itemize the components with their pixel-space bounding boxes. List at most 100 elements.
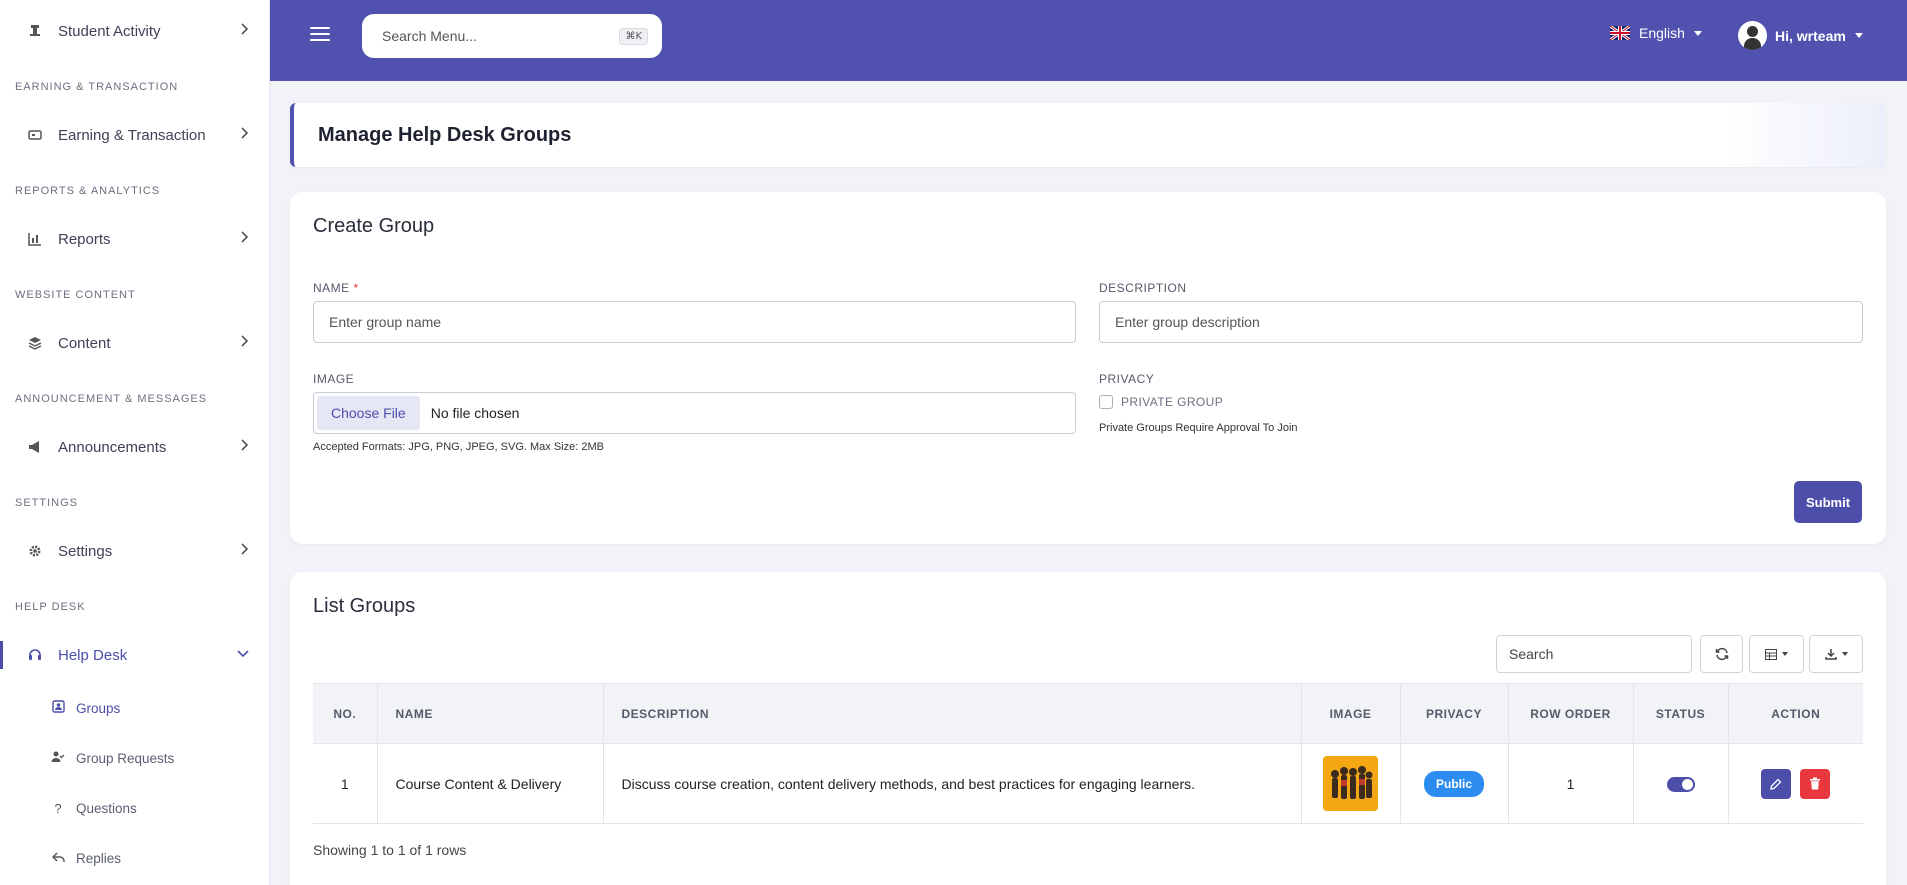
cell-status: [1633, 743, 1729, 824]
column-header-image[interactable]: IMAGE: [1301, 683, 1401, 744]
layers-icon: [26, 334, 44, 352]
column-header-description[interactable]: DESCRIPTION: [603, 683, 1302, 744]
language-selector[interactable]: English: [1610, 25, 1702, 41]
uk-flag-icon: [1610, 26, 1630, 40]
pagination-info: Showing 1 to 1 of 1 rows: [313, 842, 467, 858]
column-header-privacy[interactable]: PRIVACY: [1400, 683, 1509, 744]
chevron-right-icon: [240, 126, 250, 144]
user-greeting: Hi, wrteam: [1775, 27, 1846, 44]
column-header-no[interactable]: NO.: [313, 683, 378, 744]
privacy-badge: Public: [1423, 770, 1484, 797]
required-mark: *: [353, 281, 359, 295]
chevron-right-icon: [240, 334, 250, 352]
group-image-thumbnail[interactable]: [1323, 756, 1378, 811]
download-icon: [1824, 649, 1837, 660]
student-activity-icon: [26, 22, 44, 40]
sidebar-item-helpdesk[interactable]: Help Desk: [0, 633, 269, 677]
cell-name: Course Content & Delivery: [377, 743, 604, 824]
private-group-hint: Private Groups Require Approval To Join: [1099, 422, 1298, 434]
sidebar-item-reports[interactable]: Reports: [0, 217, 269, 261]
private-group-label: PRIVATE GROUP: [1121, 395, 1224, 409]
cell-description: Discuss course creation, content deliver…: [603, 743, 1302, 824]
list-groups-title: List Groups: [313, 595, 416, 617]
sidebar-subitem-label: Replies: [76, 850, 122, 866]
question-icon: ?: [54, 800, 62, 816]
columns-toggle-button[interactable]: [1749, 635, 1804, 673]
search-menu: ⌘K: [362, 14, 662, 58]
column-header-name[interactable]: NAME: [377, 683, 604, 744]
sidebar: Student Activity EARNING & TRANSACTION E…: [0, 0, 270, 885]
table-header-row: NO. NAME DESCRIPTION IMAGE PRIVACY ROW O…: [313, 683, 1863, 744]
sidebar-item-label: Announcements: [58, 438, 167, 456]
sidebar-item-label: Student Activity: [58, 22, 161, 40]
sidebar-item-label: Earning & Transaction: [58, 126, 206, 144]
sidebar-item-earning[interactable]: Earning & Transaction: [0, 113, 269, 157]
export-button[interactable]: [1809, 635, 1863, 673]
sidebar-section-helpdesk: HELP DESK: [15, 601, 86, 613]
cell-action: [1728, 743, 1863, 824]
sidebar-subitem-group-requests[interactable]: Group Requests: [0, 741, 269, 775]
sidebar-subitem-questions[interactable]: ? Questions: [0, 791, 269, 825]
sidebar-item-content[interactable]: Content: [0, 321, 269, 365]
create-group-card: Create Group NAME * DESCRIPTION IMAGE Ch…: [290, 192, 1886, 544]
chevron-right-icon: [240, 542, 250, 560]
table-search-input[interactable]: [1496, 635, 1692, 673]
cell-image: [1301, 743, 1401, 824]
name-label-text: NAME: [313, 281, 350, 295]
sidebar-item-label: Content: [58, 334, 111, 352]
chevron-right-icon: [240, 22, 250, 40]
sidebar-subitem-groups[interactable]: Groups: [0, 691, 269, 725]
reply-icon: [50, 851, 66, 866]
sidebar-section-announcement: ANNOUNCEMENT & MESSAGES: [15, 393, 208, 405]
create-group-title: Create Group: [313, 215, 435, 237]
sidebar-section-settings: SETTINGS: [15, 497, 79, 509]
page-title: Manage Help Desk Groups: [318, 124, 572, 146]
page-header: Manage Help Desk Groups: [290, 103, 1886, 167]
delete-button[interactable]: [1800, 768, 1831, 799]
sidebar-item-label: Reports: [58, 230, 111, 248]
edit-icon: [1770, 778, 1782, 790]
sidebar-section-earning: EARNING & TRANSACTION: [15, 81, 179, 93]
caret-down-icon: [1854, 33, 1863, 38]
image-file-input[interactable]: Choose File No file chosen: [313, 392, 1076, 434]
cell-privacy: Public: [1400, 743, 1509, 824]
column-header-row-order[interactable]: ROW ORDER: [1508, 683, 1634, 744]
name-label: NAME *: [313, 281, 359, 295]
sidebar-item-student-activity[interactable]: Student Activity: [0, 9, 269, 53]
top-bar: ⌘K English Hi, wrteam: [270, 0, 1907, 81]
private-group-checkbox-row[interactable]: PRIVATE GROUP: [1099, 395, 1223, 409]
submit-button[interactable]: Submit: [1794, 481, 1862, 523]
caret-down-icon: [1693, 30, 1702, 36]
sidebar-subitem-label: Group Requests: [76, 750, 175, 766]
refresh-button[interactable]: [1700, 635, 1743, 673]
choose-file-button[interactable]: Choose File: [317, 396, 420, 430]
status-toggle[interactable]: [1666, 776, 1695, 792]
megaphone-icon: [26, 438, 44, 456]
sidebar-item-settings[interactable]: Settings: [0, 529, 269, 573]
user-menu[interactable]: Hi, wrteam: [1738, 21, 1863, 50]
headset-icon: [26, 646, 44, 664]
group-description-input[interactable]: [1099, 301, 1863, 343]
sidebar-section-reports: REPORTS & ANALYTICS: [15, 185, 161, 197]
table-columns-icon: [1765, 648, 1777, 660]
chevron-down-icon: [236, 646, 250, 663]
hamburger-menu-icon[interactable]: [310, 27, 330, 45]
language-label: English: [1639, 25, 1685, 41]
avatar: [1738, 21, 1767, 50]
search-menu-input[interactable]: [382, 28, 620, 44]
list-groups-card: List Groups NO. NAME DESCRIPTION IMAGE P…: [290, 572, 1886, 885]
accepted-formats-hint: Accepted Formats: JPG, PNG, JPEG, SVG. M…: [313, 441, 604, 453]
group-name-input[interactable]: [313, 301, 1076, 343]
edit-button[interactable]: [1761, 768, 1792, 799]
cell-row-order: 1: [1508, 743, 1634, 824]
sidebar-subitem-replies[interactable]: Replies: [0, 841, 269, 875]
sidebar-subitem-label: Groups: [76, 700, 121, 716]
user-check-icon: [50, 750, 66, 766]
shortcut-hint: ⌘K: [619, 27, 648, 45]
refresh-icon: [1715, 647, 1728, 661]
wallet-icon: [26, 126, 44, 144]
gear-icon: [26, 542, 44, 560]
column-header-status[interactable]: STATUS: [1633, 683, 1729, 744]
sidebar-item-announcements[interactable]: Announcements: [0, 425, 269, 469]
private-group-checkbox[interactable]: [1099, 395, 1113, 409]
